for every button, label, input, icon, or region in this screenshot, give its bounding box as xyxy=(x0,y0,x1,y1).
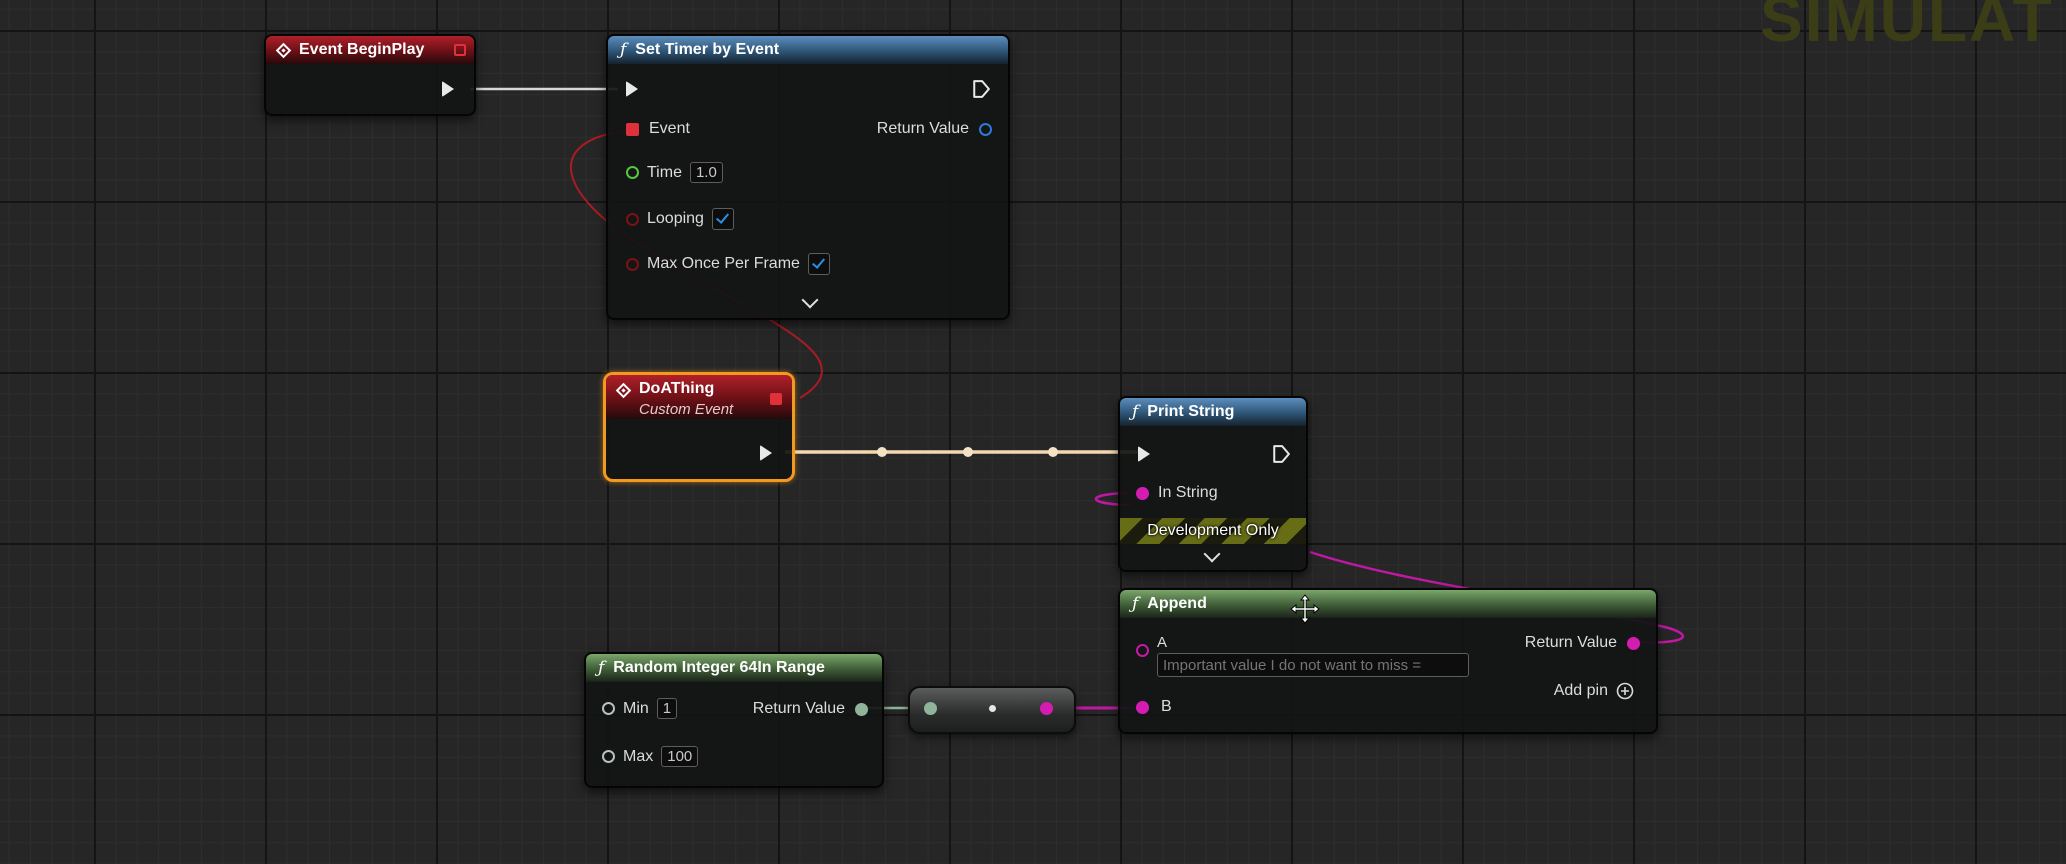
delegate-output-pin[interactable] xyxy=(770,393,782,405)
conversion-output-pin[interactable] xyxy=(1040,702,1053,715)
pin-label: Looping xyxy=(647,210,704,227)
node-header[interactable]: ƒ Append xyxy=(1120,590,1656,618)
expand-chevron-icon[interactable] xyxy=(1203,545,1221,563)
int64-to-string-conversion-node[interactable] xyxy=(908,686,1076,734)
function-icon: ƒ xyxy=(598,658,605,678)
delegate-input-pin[interactable] xyxy=(626,122,639,136)
event-beginplay-node[interactable]: Event BeginPlay xyxy=(264,34,476,116)
exec-output-pin[interactable] xyxy=(442,81,454,97)
print-string-node[interactable]: ƒ Print String In String Development Onl… xyxy=(1118,396,1308,572)
max-once-checkbox[interactable] xyxy=(807,253,830,275)
add-pin-label: Add pin xyxy=(1553,682,1608,699)
node-header[interactable]: ƒ Set Timer by Event xyxy=(608,36,1008,64)
a-input-pin[interactable] xyxy=(1136,644,1149,657)
event-pin-row: Event xyxy=(626,120,690,138)
pin-label: B xyxy=(1161,698,1172,715)
node-header[interactable]: Event BeginPlay xyxy=(266,36,474,64)
conversion-input-pin[interactable] xyxy=(924,702,937,715)
in-string-pin-row: In String xyxy=(1136,484,1218,502)
min-value-field[interactable]: 1 xyxy=(656,698,678,719)
max-pin-row: Max 100 xyxy=(602,746,699,767)
doathing-custom-event-node[interactable]: DoAThing Custom Event xyxy=(603,372,795,482)
event-icon xyxy=(615,382,632,399)
wire-layer xyxy=(470,87,1685,710)
node-subtitle: Custom Event xyxy=(639,401,734,418)
conversion-dot-icon xyxy=(989,705,996,712)
pin-label: In String xyxy=(1158,484,1218,501)
wire-knot xyxy=(877,447,887,457)
exec-input-pin[interactable] xyxy=(1138,446,1150,462)
a-pin-content: A xyxy=(1157,634,1469,677)
min-pin-row: Min 1 xyxy=(602,698,678,719)
wire-knot xyxy=(1048,447,1058,457)
max-input-pin[interactable] xyxy=(602,750,615,763)
return-value-output-pin[interactable] xyxy=(855,702,868,716)
function-icon: ƒ xyxy=(1132,594,1139,614)
min-input-pin[interactable] xyxy=(602,702,615,715)
pin-label: Min xyxy=(623,699,649,717)
node-header[interactable]: DoAThing Custom Event xyxy=(606,375,792,419)
node-title-block: DoAThing Custom Event xyxy=(639,380,733,418)
node-header[interactable]: ƒ Print String xyxy=(1120,398,1306,426)
simulate-watermark: SIMULAT xyxy=(1760,0,2054,55)
set-timer-by-event-node[interactable]: ƒ Set Timer by Event Event Return Value … xyxy=(606,34,1010,320)
exec-input-pin[interactable] xyxy=(626,81,638,97)
pin-label: Event xyxy=(649,120,690,137)
node-title: Set Timer by Event xyxy=(635,41,780,58)
pin-label: Max xyxy=(623,747,654,765)
max-value-field[interactable]: 100 xyxy=(661,746,699,767)
max-once-pin-row: Max Once Per Frame xyxy=(626,253,830,275)
return-value-pin-row: Return Value xyxy=(753,700,868,718)
wire-knot xyxy=(963,447,973,457)
pin-label: Return Value xyxy=(876,120,969,137)
pin-label: A xyxy=(1157,634,1168,651)
exec-output-pin[interactable] xyxy=(972,80,990,98)
looping-pin-row: Looping xyxy=(626,208,734,230)
add-pin-button[interactable]: Add pin xyxy=(1554,682,1634,700)
exec-output-pin[interactable] xyxy=(760,445,772,461)
time-value-field[interactable]: 1.0 xyxy=(689,162,723,183)
node-title: DoAThing xyxy=(639,380,715,397)
random-integer-64-in-range-node[interactable]: ƒ Random Integer 64In Range Min 1 Max 10… xyxy=(584,652,884,788)
max-once-input-pin[interactable] xyxy=(626,257,639,271)
pin-label: Max Once Per Frame xyxy=(647,255,800,272)
looping-checkbox[interactable] xyxy=(711,208,734,230)
node-header[interactable]: ƒ Random Integer 64In Range xyxy=(586,654,882,682)
return-value-output-pin[interactable] xyxy=(979,122,992,136)
pin-label: Return Value xyxy=(752,700,845,717)
add-pin-plus-icon xyxy=(1616,682,1634,700)
move-cursor-icon xyxy=(1290,594,1320,624)
b-pin-row: B xyxy=(1136,698,1172,716)
exec-output-pin[interactable] xyxy=(1272,445,1290,463)
return-value-pin-row: Return Value xyxy=(1525,634,1640,652)
node-title: Event BeginPlay xyxy=(299,41,425,58)
pin-label: Time xyxy=(647,163,682,181)
expand-chevron-icon[interactable] xyxy=(801,291,819,309)
in-string-input-pin[interactable] xyxy=(1136,486,1149,500)
development-only-banner: Development Only xyxy=(1120,518,1306,544)
return-value-pin-row: Return Value xyxy=(877,120,992,138)
node-title: Append xyxy=(1147,595,1207,612)
event-icon xyxy=(275,42,292,58)
time-pin-row: Time 1.0 xyxy=(626,162,723,183)
a-value-field[interactable] xyxy=(1157,653,1469,677)
looping-input-pin[interactable] xyxy=(626,212,639,226)
time-input-pin[interactable] xyxy=(626,166,639,179)
return-value-output-pin[interactable] xyxy=(1627,636,1640,650)
b-input-pin[interactable] xyxy=(1136,700,1149,714)
pin-label: Return Value xyxy=(1524,634,1617,651)
append-node[interactable]: ƒ Append A B Return Value Add pin xyxy=(1118,588,1658,734)
node-title: Random Integer 64In Range xyxy=(613,659,825,676)
function-icon: ƒ xyxy=(620,40,627,60)
a-pin-row: A xyxy=(1136,634,1469,677)
function-icon: ƒ xyxy=(1132,402,1139,422)
node-title: Print String xyxy=(1147,403,1235,420)
delegate-output-pin[interactable] xyxy=(454,44,466,56)
